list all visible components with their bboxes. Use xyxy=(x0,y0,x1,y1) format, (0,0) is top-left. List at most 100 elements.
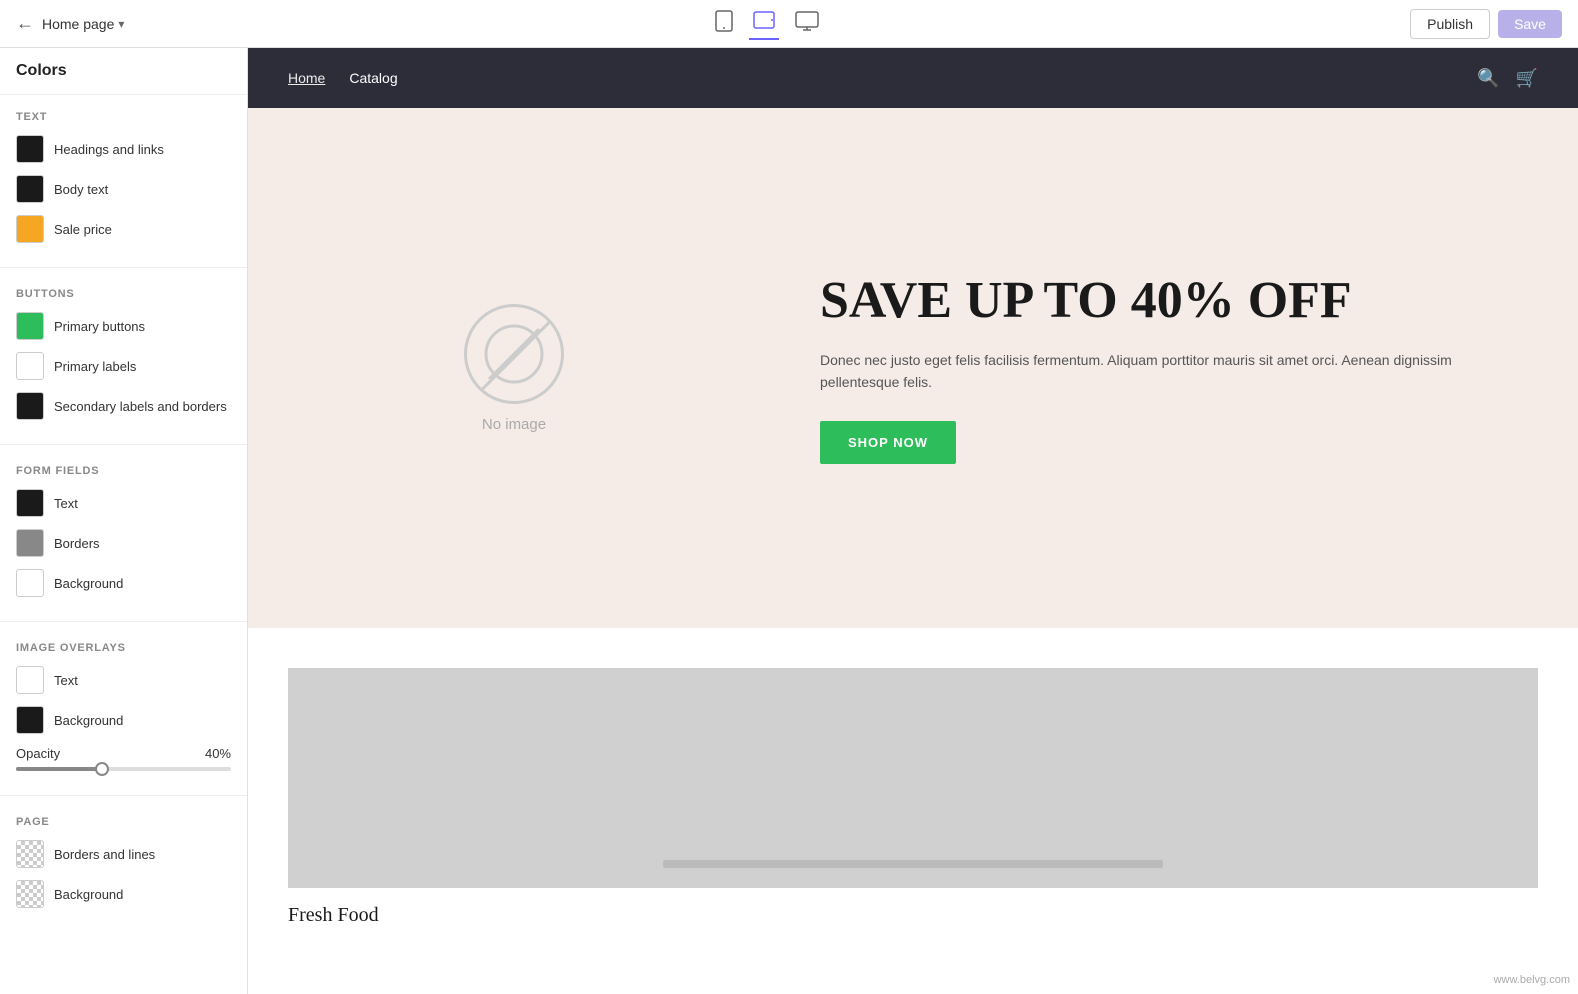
form-text-swatch[interactable] xyxy=(16,489,44,517)
hero-title: SAVE UP TO 40% OFF xyxy=(820,272,1518,329)
mobile-view-button[interactable] xyxy=(711,6,737,41)
main-layout: Colors TEXT Headings and links Body text… xyxy=(0,48,1578,994)
opacity-slider[interactable] xyxy=(16,767,231,771)
sidebar-title: Colors xyxy=(0,48,247,95)
no-image-placeholder: No image xyxy=(464,304,564,433)
page-borders-label: Borders and lines xyxy=(54,847,155,862)
body-text-label: Body text xyxy=(54,182,108,197)
primary-labels-swatch[interactable] xyxy=(16,352,44,380)
form-text-label: Text xyxy=(54,496,78,511)
divider-2 xyxy=(0,444,247,445)
headings-links-row[interactable]: Headings and links xyxy=(16,135,231,163)
opacity-value: 40% xyxy=(205,746,231,761)
divider-4 xyxy=(0,795,247,796)
primary-labels-row[interactable]: Primary labels xyxy=(16,352,231,380)
desktop-view-button[interactable] xyxy=(791,7,823,40)
page-borders-swatch[interactable] xyxy=(16,840,44,868)
sale-price-swatch[interactable] xyxy=(16,215,44,243)
form-fields-section-label: FORM FIELDS xyxy=(16,465,231,477)
primary-buttons-label: Primary buttons xyxy=(54,319,145,334)
back-button[interactable]: ← xyxy=(16,13,34,34)
sidebar-section-buttons: BUTTONS Primary buttons Primary labels S… xyxy=(0,272,247,440)
chevron-down-icon: ▾ xyxy=(118,17,124,31)
buttons-section-label: BUTTONS xyxy=(16,288,231,300)
image-overlays-section-label: IMAGE OVERLAYS xyxy=(16,642,231,654)
overlay-text-label: Text xyxy=(54,673,78,688)
topbar: ← Home page ▾ Publish Save xyxy=(0,0,1578,48)
topbar-left: ← Home page ▾ xyxy=(16,13,124,34)
opacity-slider-fill xyxy=(16,767,102,771)
headings-links-swatch[interactable] xyxy=(16,135,44,163)
form-borders-label: Borders xyxy=(54,536,100,551)
watermark: www.belvg.com xyxy=(1494,974,1570,986)
secondary-labels-swatch[interactable] xyxy=(16,392,44,420)
page-borders-row[interactable]: Borders and lines xyxy=(16,840,231,868)
sidebar: Colors TEXT Headings and links Body text… xyxy=(0,48,248,994)
sidebar-section-page: PAGE Borders and lines Background xyxy=(0,800,247,928)
form-background-label: Background xyxy=(54,576,123,591)
back-icon: ← xyxy=(16,13,34,33)
site-nav-icons: 🔍 🛒 xyxy=(1477,68,1538,89)
form-text-row[interactable]: Text xyxy=(16,489,231,517)
page-background-label: Background xyxy=(54,887,123,902)
no-image-icon xyxy=(464,304,564,404)
overlay-text-swatch[interactable] xyxy=(16,666,44,694)
save-button[interactable]: Save xyxy=(1498,10,1562,38)
sidebar-section-text: TEXT Headings and links Body text Sale p… xyxy=(0,95,247,263)
page-selector[interactable]: Home page ▾ xyxy=(42,16,124,32)
opacity-label-row: Opacity 40% xyxy=(16,746,231,761)
form-borders-swatch[interactable] xyxy=(16,529,44,557)
overlay-background-swatch[interactable] xyxy=(16,706,44,734)
hero-subtitle: Donec nec justo eget felis facilisis fer… xyxy=(820,349,1518,394)
shop-now-button[interactable]: SHOP NOW xyxy=(820,421,956,464)
product-title-1: Fresh Food xyxy=(288,904,1538,927)
page-background-swatch[interactable] xyxy=(16,880,44,908)
overlay-background-label: Background xyxy=(54,713,123,728)
divider-3 xyxy=(0,621,247,622)
preview-wrapper: Home Catalog 🔍 🛒 xyxy=(248,48,1578,994)
search-icon[interactable]: 🔍 xyxy=(1477,68,1499,89)
no-image-text: No image xyxy=(482,416,546,433)
overlay-text-row[interactable]: Text xyxy=(16,666,231,694)
products-section: Fresh Food xyxy=(248,628,1578,967)
topbar-center xyxy=(711,6,823,41)
divider-1 xyxy=(0,267,247,268)
product-image-bar-1 xyxy=(663,860,1163,868)
primary-buttons-swatch[interactable] xyxy=(16,312,44,340)
form-background-swatch[interactable] xyxy=(16,569,44,597)
page-label: Home page xyxy=(42,16,114,32)
sale-price-row[interactable]: Sale price xyxy=(16,215,231,243)
body-text-row[interactable]: Body text xyxy=(16,175,231,203)
hero-left: No image xyxy=(248,108,780,628)
product-card-1: Fresh Food xyxy=(288,668,1538,927)
preview-area: Home Catalog 🔍 🛒 xyxy=(248,48,1578,994)
page-section-label: PAGE xyxy=(16,816,231,828)
form-borders-row[interactable]: Borders xyxy=(16,529,231,557)
site-nav-links: Home Catalog xyxy=(288,70,398,86)
tablet-view-button[interactable] xyxy=(749,7,779,40)
sidebar-section-image-overlays: IMAGE OVERLAYS Text Background Opacity 4… xyxy=(0,626,247,791)
publish-button[interactable]: Publish xyxy=(1410,9,1490,39)
text-section-label: TEXT xyxy=(16,111,231,123)
secondary-labels-label: Secondary labels and borders xyxy=(54,399,227,414)
opacity-label: Opacity xyxy=(16,746,60,761)
product-image-1 xyxy=(288,668,1538,888)
form-background-row[interactable]: Background xyxy=(16,569,231,597)
secondary-labels-row[interactable]: Secondary labels and borders xyxy=(16,392,231,420)
page-background-row[interactable]: Background xyxy=(16,880,231,908)
hero-right: SAVE UP TO 40% OFF Donec nec justo eget … xyxy=(780,108,1578,628)
hero-section: No image SAVE UP TO 40% OFF Donec nec ju… xyxy=(248,108,1578,628)
topbar-right: Publish Save xyxy=(1410,9,1562,39)
body-text-swatch[interactable] xyxy=(16,175,44,203)
opacity-slider-thumb[interactable] xyxy=(95,762,109,776)
nav-link-catalog[interactable]: Catalog xyxy=(349,70,397,86)
primary-labels-label: Primary labels xyxy=(54,359,136,374)
primary-buttons-row[interactable]: Primary buttons xyxy=(16,312,231,340)
nav-link-home[interactable]: Home xyxy=(288,70,325,86)
sidebar-section-form-fields: FORM FIELDS Text Borders Background xyxy=(0,449,247,617)
sale-price-label: Sale price xyxy=(54,222,112,237)
headings-links-label: Headings and links xyxy=(54,142,164,157)
overlay-background-row[interactable]: Background xyxy=(16,706,231,734)
site-nav: Home Catalog 🔍 🛒 xyxy=(248,48,1578,108)
cart-icon[interactable]: 🛒 xyxy=(1516,68,1538,89)
